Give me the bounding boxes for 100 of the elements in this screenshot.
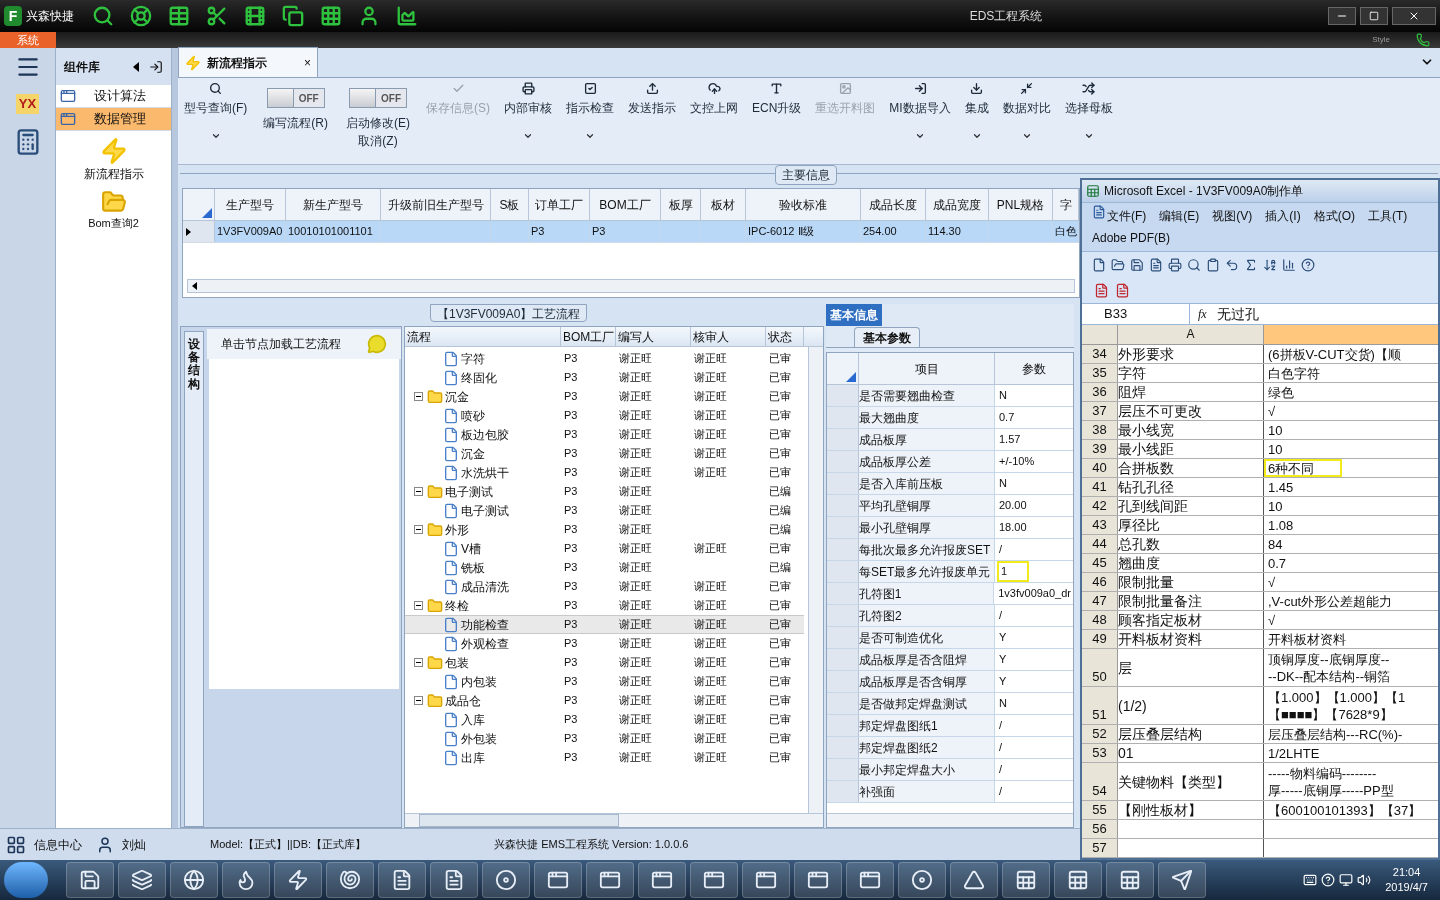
property-value[interactable]: / <box>997 739 1005 756</box>
tree-row[interactable]: 电子测试 P3 谢正旺 已编 <box>405 501 804 520</box>
taskbar-button[interactable] <box>482 862 530 898</box>
column-header[interactable]: BOM工厂 <box>561 327 616 346</box>
property-value[interactable]: Y <box>997 629 1009 646</box>
property-value[interactable]: +/-10% <box>997 453 1037 470</box>
property-value[interactable]: 1.57 <box>997 431 1023 448</box>
property-value[interactable]: Y <box>997 651 1009 668</box>
taskbar-button[interactable] <box>846 862 894 898</box>
minimize-button[interactable] <box>1328 7 1356 25</box>
tree-row[interactable]: 沉金 P3 谢正旺 谢正旺 已审 <box>405 387 804 406</box>
property-value[interactable]: N <box>997 387 1009 404</box>
menu-item[interactable]: 视图(V) <box>1212 205 1253 227</box>
tree-row[interactable]: 电子测试 P3 谢正旺 已编 <box>405 482 804 501</box>
taskbar-button[interactable] <box>898 862 946 898</box>
keyboard-icon[interactable] <box>1303 873 1318 887</box>
collapse-icon[interactable] <box>133 61 139 72</box>
menu-item[interactable]: 编辑(E) <box>1159 205 1200 227</box>
tool-launcher[interactable]: 新流程指示 <box>56 137 171 183</box>
toolbar-button[interactable]: MI数据导入 <box>889 82 951 117</box>
tree-row[interactable]: 铣板 P3 谢正旺 已编 <box>405 558 804 577</box>
folder-icon[interactable] <box>1111 257 1125 272</box>
property-value[interactable]: / <box>997 607 1005 624</box>
dropdown-caret-icon[interactable] <box>210 131 221 141</box>
column-header[interactable]: 成品长度 <box>861 189 926 220</box>
taskbar-button[interactable] <box>222 862 270 898</box>
taskbar-button[interactable] <box>1054 862 1102 898</box>
taskbar-button[interactable] <box>638 862 686 898</box>
taskbar-button[interactable] <box>742 862 790 898</box>
menu-item[interactable]: Adobe PDF(B) <box>1092 227 1171 249</box>
expander-icon[interactable] <box>414 696 423 705</box>
taskbar-button[interactable] <box>430 862 478 898</box>
tree-row[interactable]: 水洗烘干 P3 谢正旺 谢正旺 已审 <box>405 463 804 482</box>
column-header[interactable]: 验收标准 <box>746 189 861 220</box>
column-header[interactable]: S板 <box>491 189 529 220</box>
toolbar-button[interactable]: ECN升级 <box>752 82 802 117</box>
clipboard-icon[interactable] <box>1206 257 1220 272</box>
column-header[interactable]: BOM工厂 <box>590 189 661 220</box>
toolbar-button[interactable]: 文控上网 <box>690 82 738 117</box>
toolbar-button[interactable]: 指示检查 <box>566 82 614 117</box>
bar-chart-icon[interactable] <box>1282 257 1296 272</box>
tree-row[interactable]: 包装 P3 谢正旺 谢正旺 已审 <box>405 653 804 672</box>
taskbar-button[interactable] <box>378 862 426 898</box>
dropdown-caret-icon[interactable] <box>971 131 982 141</box>
side-tab[interactable]: 设备结构 <box>184 331 204 827</box>
taskbar-button[interactable] <box>690 862 738 898</box>
pin-icon[interactable] <box>149 59 163 74</box>
tree-row[interactable]: 外观检查 P3 谢正旺 谢正旺 已审 <box>405 634 804 653</box>
new-file-icon[interactable] <box>1092 257 1106 272</box>
dropdown-caret-icon[interactable] <box>1021 131 1032 141</box>
expander-icon[interactable] <box>414 601 423 610</box>
speaker-icon[interactable] <box>1357 873 1372 887</box>
column-header[interactable]: 项目 <box>859 353 995 384</box>
property-value[interactable]: Y <box>997 673 1009 690</box>
property-value[interactable]: 0.7 <box>997 409 1017 426</box>
tree-row[interactable]: 终检 P3 谢正旺 谢正旺 已审 <box>405 596 804 615</box>
tree-row[interactable]: 板边包胶 P3 谢正旺 谢正旺 已审 <box>405 425 804 444</box>
horizontal-scrollbar[interactable] <box>827 813 1073 827</box>
start-button[interactable] <box>4 862 48 898</box>
dropdown-caret-icon[interactable] <box>1083 131 1094 141</box>
property-value[interactable]: 1 <box>997 561 1029 582</box>
toolbar-button[interactable]: 内部审核 <box>504 82 552 117</box>
column-header[interactable]: 生产型号 <box>215 189 286 220</box>
tool-launcher[interactable]: Bom查询2 <box>56 189 171 232</box>
horizontal-scrollbar[interactable] <box>187 279 1075 293</box>
property-value[interactable]: 1v3fv009a0_dr <box>996 585 1073 602</box>
expander-icon[interactable] <box>414 392 423 401</box>
toggle-switch[interactable]: OFF <box>349 88 407 108</box>
taskbar-button[interactable] <box>950 862 998 898</box>
tree-row[interactable]: 内包装 P3 谢正旺 谢正旺 已审 <box>405 672 804 691</box>
column-header[interactable]: 编写人 <box>616 327 691 346</box>
expander-icon[interactable] <box>414 525 423 534</box>
dropdown-caret-icon[interactable] <box>585 131 595 141</box>
app-logo[interactable]: YX <box>15 94 40 114</box>
toggle-switch[interactable]: OFF <box>266 88 325 108</box>
name-box[interactable]: B33 <box>1082 304 1190 324</box>
tree-row[interactable]: 出库 P3 谢正旺 谢正旺 已审 <box>405 748 804 767</box>
toolbar-button[interactable]: 数据对比 <box>1002 82 1051 117</box>
taskbar-button[interactable] <box>274 862 322 898</box>
toolbar-button[interactable]: 选择母板 <box>1064 82 1113 117</box>
taskbar-button[interactable] <box>794 862 842 898</box>
clock[interactable]: 21:04 2019/4/7 <box>1385 865 1428 895</box>
tree-row[interactable]: 外形 P3 谢正旺 已编 <box>405 520 804 539</box>
column-header[interactable]: 状态 <box>766 327 804 346</box>
column-header[interactable]: 核审人 <box>691 327 766 346</box>
property-value[interactable]: N <box>997 475 1009 492</box>
phone-icon[interactable] <box>1416 33 1430 47</box>
toolbar-button[interactable]: 集成 <box>964 82 989 117</box>
horizontal-scrollbar[interactable] <box>405 813 823 827</box>
taskbar-button[interactable] <box>1106 862 1154 898</box>
maximize-button[interactable] <box>1360 7 1388 25</box>
taskbar-button[interactable] <box>534 862 582 898</box>
printer-icon[interactable] <box>1168 257 1182 272</box>
column-header[interactable]: 订单工厂 <box>529 189 590 220</box>
expander-icon[interactable] <box>414 487 423 496</box>
taskbar-button[interactable] <box>1002 862 1050 898</box>
taskbar-button[interactable] <box>1158 862 1206 898</box>
property-value[interactable]: 18.00 <box>997 519 1029 536</box>
taskbar-button[interactable] <box>170 862 218 898</box>
sum-icon[interactable] <box>1244 257 1258 272</box>
